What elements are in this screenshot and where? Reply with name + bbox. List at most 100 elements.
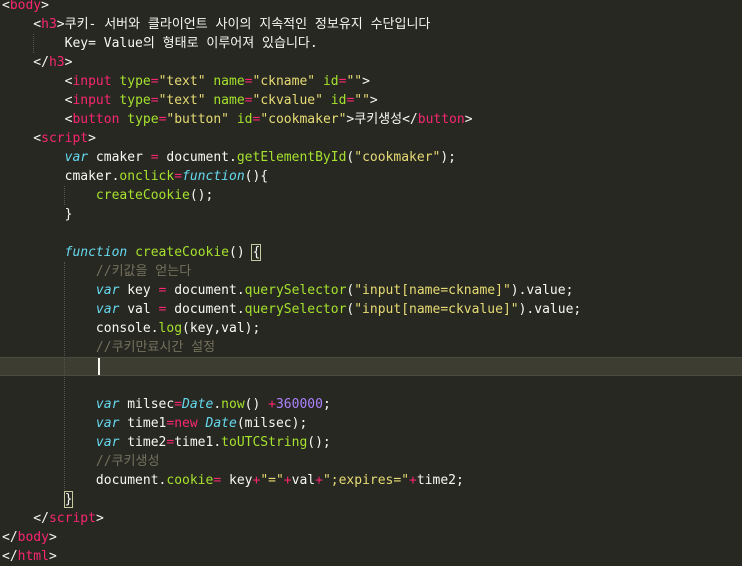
code-token: () [229, 245, 253, 260]
code-line[interactable]: //쿠키생성 [0, 452, 742, 471]
code-line[interactable]: console.log(key,val); [0, 319, 742, 338]
code-token: ; [322, 397, 331, 412]
code-line[interactable]: var time1=new Date(milsec); [0, 414, 742, 433]
code-token: (); [189, 188, 214, 203]
code-token: querySelector [244, 283, 347, 298]
code-token: "=" [260, 473, 284, 488]
code-token: "input[name=ckvalue]" [354, 302, 519, 317]
code-token: key [221, 473, 253, 488]
code-token: ); [440, 150, 456, 165]
code-token: < [2, 131, 42, 146]
code-line[interactable] [0, 224, 742, 243]
indent-guide [33, 34, 35, 53]
code-line[interactable]: Key= Value의 형태로 이루어져 있습니다. [0, 34, 742, 53]
code-line[interactable]: document.cookie= key+"="+val+";expires="… [0, 471, 742, 490]
code-line[interactable]: var milsec=Date.now() +360000; [0, 395, 742, 414]
code-token: cmaker. [2, 169, 120, 184]
code-token: < [2, 112, 73, 127]
code-line[interactable]: createCookie(); [0, 186, 742, 205]
code-token: < [2, 93, 73, 108]
code-token: h3 [41, 17, 57, 32]
code-token: button [417, 112, 465, 127]
code-token: val [119, 302, 159, 317]
code-line[interactable]: } [0, 205, 742, 224]
code-line[interactable]: </h3> [0, 53, 742, 72]
code-token: "" [346, 74, 363, 89]
code-token: cookie [166, 473, 214, 488]
code-token: + [409, 473, 417, 488]
code-token: key [119, 283, 159, 298]
code-line[interactable]: cmaker.onclick=function(){ [0, 167, 742, 186]
code-token: input [72, 74, 112, 89]
code-line[interactable]: function createCookie() { [0, 243, 742, 262]
code-token: var [64, 150, 89, 165]
code-token: createCookie [135, 245, 229, 260]
code-line[interactable]: var val = document.querySelector("input[… [0, 300, 742, 319]
code-token: new [174, 416, 198, 431]
code-token: >쿠키생성</ [346, 112, 418, 127]
code-token: id [322, 74, 339, 89]
code-token: > [464, 112, 473, 127]
code-token: html [17, 549, 49, 564]
code-line[interactable]: <h3>쿠키- 서버와 클라이언트 사이의 지속적인 정보유지 수단입니다 [0, 15, 742, 34]
code-token: > [88, 131, 96, 146]
code-token: ).value; [510, 283, 574, 298]
code-token: onclick [119, 169, 175, 184]
code-token: document. [2, 473, 167, 488]
code-line[interactable]: var cmaker = document.getElementById("co… [0, 148, 742, 167]
code-token: > [48, 549, 57, 564]
code-token: body [9, 0, 42, 13]
code-token: . [213, 397, 222, 412]
code-line[interactable]: var time2=time1.toUTCString(); [0, 433, 742, 452]
code-line[interactable] [0, 376, 742, 395]
code-token: body [17, 530, 49, 545]
code-line[interactable]: </body> [0, 528, 742, 547]
code-token: script [41, 131, 89, 146]
code-line[interactable]: } [0, 490, 742, 509]
code-editor[interactable]: <body> <h3>쿠키- 서버와 클라이언트 사이의 지속적인 정보유지 수… [0, 0, 742, 566]
code-token: h3 [48, 55, 65, 70]
code-line[interactable]: </html> [0, 547, 742, 566]
code-token: console. [2, 321, 159, 336]
code-line[interactable]: </script> [0, 509, 742, 528]
code-token: Date [205, 416, 237, 431]
code-token: type [127, 112, 159, 127]
code-token: </ [2, 55, 49, 70]
code-token: } [2, 207, 73, 222]
code-token: = [244, 93, 253, 108]
code-line[interactable]: <body> [0, 0, 742, 15]
code-token: < [2, 17, 42, 32]
code-token: { [251, 244, 262, 261]
code-line[interactable]: //쿠키만료시간 설정 [0, 338, 742, 357]
code-line[interactable]: <input type="text" name="ckname" id=""> [0, 72, 742, 91]
code-token: "ckvalue" [252, 93, 323, 108]
code-token: "button" [166, 112, 230, 127]
code-token: > [362, 74, 370, 89]
code-token: = [174, 169, 183, 184]
code-token: > [369, 93, 378, 108]
code-line[interactable]: <button type="button" id="cookmaker">쿠키생… [0, 110, 742, 129]
code-line[interactable]: <input type="text" name="ckvalue" id=""> [0, 91, 742, 110]
code-token: //쿠키만료시간 설정 [95, 340, 216, 355]
code-line[interactable]: //키값을 얻는다 [0, 262, 742, 281]
code-token: = [150, 74, 159, 89]
code-token: > [64, 55, 73, 70]
code-token: "input[name=ckname]" [354, 283, 511, 298]
code-line[interactable]: <script> [0, 129, 742, 148]
code-line[interactable] [0, 357, 742, 376]
code-token: querySelector [244, 302, 347, 317]
code-token: milsec [119, 397, 175, 412]
code-token: (); [307, 435, 331, 450]
code-line[interactable]: var key = document.querySelector("input[… [0, 281, 742, 300]
code-token: (key,val); [182, 321, 261, 336]
indent-guide [64, 262, 66, 490]
code-token: id [236, 112, 253, 127]
code-token: time2; [416, 473, 464, 488]
